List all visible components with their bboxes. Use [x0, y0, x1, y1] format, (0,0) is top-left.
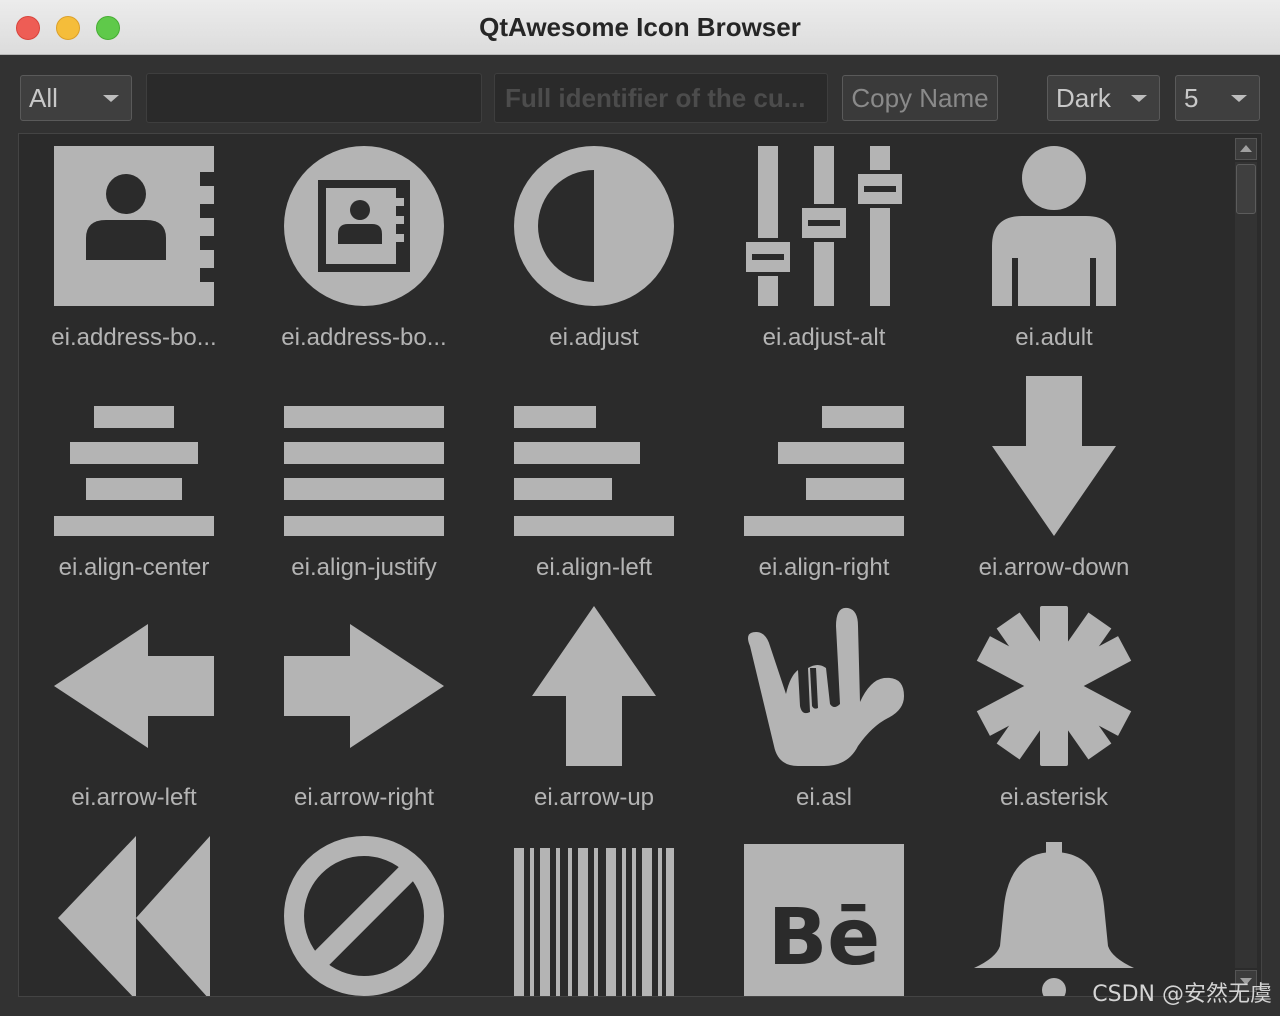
align-justify-icon: [284, 406, 444, 536]
ban-circle-icon: [284, 836, 444, 996]
icon-name: ei.align-justify: [291, 554, 437, 581]
icon-name: ei.asterisk: [999, 784, 1109, 811]
icon-cell[interactable]: ei.align-justify: [249, 364, 479, 594]
chevron-down-icon: [1131, 95, 1147, 102]
arrow-left-icon: [54, 624, 214, 748]
align-center-icon: [54, 406, 214, 536]
icon-cell[interactable]: ei.asl: [709, 594, 939, 824]
icon-cell[interactable]: ei.asterisk: [939, 594, 1169, 824]
arrow-up-icon: [532, 606, 656, 766]
adjust-icon: [514, 146, 674, 306]
icon-name: ei.arrow-left: [71, 784, 197, 811]
icon-cell[interactable]: [19, 824, 249, 996]
align-right-icon: [744, 406, 904, 536]
icon-cell[interactable]: ei.align-right: [709, 364, 939, 594]
icon-cell[interactable]: ei.arrow-up: [479, 594, 709, 824]
icon-cell[interactable]: [479, 824, 709, 996]
icon-name: ei.arrow-down: [978, 554, 1130, 581]
icon-cell[interactable]: ei.adult: [939, 134, 1169, 364]
icon-name: ei.adult: [1015, 324, 1093, 351]
chevron-down-icon: [103, 95, 119, 102]
scroll-up-arrow-icon[interactable]: [1235, 138, 1257, 160]
barcode-icon: [514, 848, 674, 996]
icon-name: ei.arrow-right: [293, 784, 435, 811]
arrow-down-icon: [992, 376, 1116, 536]
icon-cell[interactable]: ei.adjust-alt: [709, 134, 939, 364]
identifier-field[interactable]: Full identifier of the cu...: [494, 73, 828, 123]
icon-cell[interactable]: ei.align-center: [19, 364, 249, 594]
copy-name-button[interactable]: Copy Name: [842, 75, 998, 121]
arrow-right-icon: [284, 624, 444, 748]
icon-cell[interactable]: [249, 824, 479, 996]
icon-name: ei.adjust-alt: [762, 324, 886, 351]
adult-icon: [992, 146, 1116, 306]
icon-name: ei.adjust: [549, 324, 639, 351]
svg-text:Bē: Bē: [768, 893, 880, 983]
vertical-scrollbar[interactable]: [1233, 134, 1261, 996]
icon-cell[interactable]: ei.arrow-right: [249, 594, 479, 824]
icon-name: ei.align-right: [758, 554, 890, 581]
icon-cell[interactable]: ei.align-left: [479, 364, 709, 594]
icon-name: ei.align-left: [535, 554, 653, 581]
address-book-icon: [54, 146, 214, 306]
icon-name: ei.address-bo...: [281, 324, 447, 351]
behance-icon: Bē: [744, 844, 904, 996]
columns-dropdown[interactable]: 5: [1175, 75, 1260, 121]
scrollbar-track[interactable]: [1235, 162, 1257, 968]
icon-name: ei.address-bo...: [51, 324, 217, 351]
address-book-alt-icon: [284, 146, 444, 306]
icon-cell[interactable]: ei.address-bo...: [249, 134, 479, 364]
icon-cell[interactable]: Bē: [709, 824, 939, 996]
search-input[interactable]: [146, 73, 482, 123]
icon-cell[interactable]: ei.address-bo...: [19, 134, 249, 364]
title-bar: QtAwesome Icon Browser: [0, 0, 1280, 55]
adjust-alt-icon: [744, 146, 904, 306]
icon-cell[interactable]: ei.adjust: [479, 134, 709, 364]
icon-grid: ei.address-bo... ei.address-bo... ei.adj…: [18, 133, 1262, 997]
toolbar: All Full identifier of the cu... Copy Na…: [0, 55, 1280, 133]
scrollbar-thumb[interactable]: [1236, 164, 1256, 214]
theme-value: Dark: [1056, 83, 1111, 113]
asterisk-icon: [976, 606, 1132, 766]
chevron-down-icon: [1231, 95, 1247, 102]
window-title: QtAwesome Icon Browser: [479, 12, 801, 42]
asl-icon: [748, 607, 904, 766]
icon-name: ei.asl: [795, 784, 853, 811]
icon-cell[interactable]: [939, 824, 1169, 996]
align-left-icon: [514, 406, 674, 536]
theme-dropdown[interactable]: Dark: [1047, 75, 1160, 121]
icon-cell[interactable]: ei.arrow-down: [939, 364, 1169, 594]
font-filter-value: All: [29, 83, 58, 113]
bell-icon: [974, 842, 1134, 996]
backward-icon: [58, 836, 210, 996]
icon-cell[interactable]: ei.arrow-left: [19, 594, 249, 824]
columns-value: 5: [1184, 83, 1199, 113]
font-filter-dropdown[interactable]: All: [20, 75, 132, 121]
icon-name: ei.arrow-up: [533, 784, 655, 811]
watermark: CSDN @安然无虞: [1092, 982, 1272, 1007]
icon-name: ei.align-center: [58, 554, 210, 581]
